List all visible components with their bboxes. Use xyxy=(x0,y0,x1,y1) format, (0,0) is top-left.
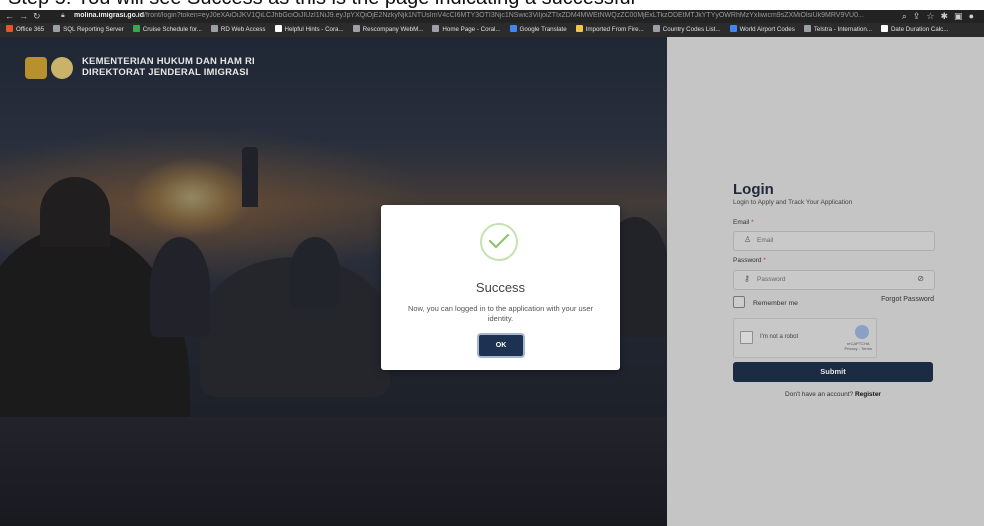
password-placeholder: Password xyxy=(757,276,786,283)
bookmark-item[interactable]: Imported From Fire... xyxy=(575,23,644,37)
bookmark-label: SQL Reporting Server xyxy=(63,26,124,33)
success-dialog: Success Now, you can logged in to the ap… xyxy=(381,205,620,370)
browser-actions: ⌕⇪☆✱▣● xyxy=(902,11,980,22)
bookmark-label: Home Page - Coral... xyxy=(442,26,501,33)
bookmark-favicon-icon xyxy=(509,25,517,32)
bookmark-favicon-icon xyxy=(352,25,360,32)
bookmark-item[interactable]: RD Web Access xyxy=(210,23,266,37)
bookmark-favicon-icon xyxy=(729,25,737,32)
eye-off-icon[interactable]: ⊘ xyxy=(917,274,924,283)
bookmark-favicon-icon xyxy=(575,25,583,32)
ministry-emblem-icon xyxy=(25,57,47,79)
browser-toolbar: ← → ↻ 🔒︎ molina.imigrasi.go.id/front/log… xyxy=(0,10,984,23)
organization-name: KEMENTERIAN HUKUM DAN HAM RI DIREKTORAT … xyxy=(82,56,255,78)
org-line-2: DIREKTORAT JENDERAL IMIGRASI xyxy=(82,67,249,78)
bookmarks-bar: Office 365 SQL Reporting Server Cruise Sch… xyxy=(0,23,984,37)
extensions-icon[interactable]: ✱ xyxy=(941,11,955,21)
email-field[interactable]: ♙ Email xyxy=(733,231,935,251)
password-label: Password * xyxy=(733,257,766,264)
star-icon[interactable]: ☆ xyxy=(926,11,940,21)
bookmark-label: Google Translate xyxy=(519,26,567,33)
bookmark-item[interactable]: Rescompany WebM... xyxy=(352,23,424,37)
immigration-emblem-icon xyxy=(51,57,73,79)
bookmark-label: Imported From Fire... xyxy=(585,26,644,33)
bookmark-item[interactable]: Helpful Hints - Cora... xyxy=(274,23,344,37)
bookmark-label: Country Codes List... xyxy=(662,26,721,33)
dialog-title: Success xyxy=(475,280,526,295)
forgot-password-link[interactable]: Forgot Password xyxy=(881,296,934,303)
bookmark-label: Rescompany WebM... xyxy=(362,26,424,33)
recaptcha-checkbox[interactable] xyxy=(740,331,753,344)
remember-me[interactable]: Remember me xyxy=(733,296,798,308)
bookmark-favicon-icon xyxy=(432,25,440,32)
bookmark-label: RD Web Access xyxy=(220,26,266,33)
success-check-icon xyxy=(480,223,518,261)
bookmark-favicon-icon xyxy=(53,25,61,32)
bookmark-label: Helpful Hints - Cora... xyxy=(284,26,344,33)
tutorial-caption: Step 5: You will see Success as this is … xyxy=(0,0,984,10)
dialog-message: Now, you can logged in to the applicatio… xyxy=(407,304,594,323)
bookmark-item[interactable]: Date Duration Calc... xyxy=(880,23,949,37)
bookmark-item[interactable]: Cruise Schedule for... xyxy=(132,23,202,37)
back-icon[interactable]: ← xyxy=(5,11,14,21)
recaptcha-widget: I'm not a robot reCAPTCHA Privacy - Terms xyxy=(733,318,877,358)
login-subtitle: Login to Apply and Track Your Applicatio… xyxy=(733,199,853,206)
bookmark-label: Date Duration Calc... xyxy=(890,26,949,33)
login-title: Login xyxy=(733,181,774,198)
reload-icon[interactable]: ↻ xyxy=(33,11,41,22)
bookmark-favicon-icon xyxy=(803,25,811,32)
key-icon: ⚷ xyxy=(744,274,750,283)
recaptcha-brand: reCAPTCHA Privacy - Terms xyxy=(844,341,872,351)
bookmark-favicon-icon xyxy=(274,25,282,32)
forward-icon[interactable]: → xyxy=(19,11,28,21)
bookmark-item[interactable]: Office 365 xyxy=(6,23,44,37)
email-label: Email * xyxy=(733,219,754,226)
user-icon: ♙ xyxy=(744,235,752,244)
email-placeholder: Email xyxy=(757,237,774,244)
bookmark-favicon-icon xyxy=(880,25,888,32)
recaptcha-text: I'm not a robot xyxy=(760,334,799,340)
bookmark-favicon-icon xyxy=(210,25,218,32)
bookmark-item[interactable]: Home Page - Coral... xyxy=(432,23,501,37)
register-link[interactable]: Register xyxy=(855,391,881,398)
bookmark-label: World Airport Codes xyxy=(739,26,795,33)
url-path: /front/login?token=eyJ0eXAiOiJKV1QiLCJhb… xyxy=(144,12,864,19)
caption-text: Step 5: You will see Success as this is … xyxy=(8,0,635,10)
bookmark-label: Office 365 xyxy=(16,26,45,33)
bookmark-item[interactable]: Telstra - Internation... xyxy=(803,23,872,37)
register-prompt: Don't have an account? Register xyxy=(785,391,881,398)
bookmark-label: Telstra - Internation... xyxy=(813,26,872,33)
url-domain: molina.imigrasi.go.id xyxy=(74,12,145,19)
lock-icon[interactable]: 🔒︎ xyxy=(61,12,65,20)
sidepanel-icon[interactable]: ▣ xyxy=(954,11,969,21)
bookmark-item[interactable]: Country Codes List... xyxy=(652,23,721,37)
bookmark-label: Cruise Schedule for... xyxy=(142,26,202,33)
submit-button[interactable]: Submit xyxy=(733,362,933,382)
zoom-icon[interactable]: ⌕ xyxy=(902,11,913,21)
ministry-logos xyxy=(25,57,77,79)
bookmark-item[interactable]: SQL Reporting Server xyxy=(53,23,124,37)
address-bar[interactable]: molina.imigrasi.go.id/front/login?token=… xyxy=(74,12,874,19)
bookmark-favicon-icon xyxy=(132,25,140,32)
remember-checkbox[interactable] xyxy=(733,296,745,308)
bookmark-item[interactable]: Google Translate xyxy=(509,23,567,37)
bookmark-favicon-icon xyxy=(6,25,13,32)
profile-icon[interactable]: ● xyxy=(969,11,980,21)
org-line-1: KEMENTERIAN HUKUM DAN HAM RI xyxy=(82,56,255,67)
share-icon[interactable]: ⇪ xyxy=(913,11,927,21)
ok-button[interactable]: OK xyxy=(479,335,523,356)
password-field[interactable]: ⚷ Password ⊘ xyxy=(733,270,935,290)
bookmark-item[interactable]: World Airport Codes xyxy=(729,23,795,37)
recaptcha-logo-icon xyxy=(855,325,869,339)
bookmark-favicon-icon xyxy=(652,25,660,32)
